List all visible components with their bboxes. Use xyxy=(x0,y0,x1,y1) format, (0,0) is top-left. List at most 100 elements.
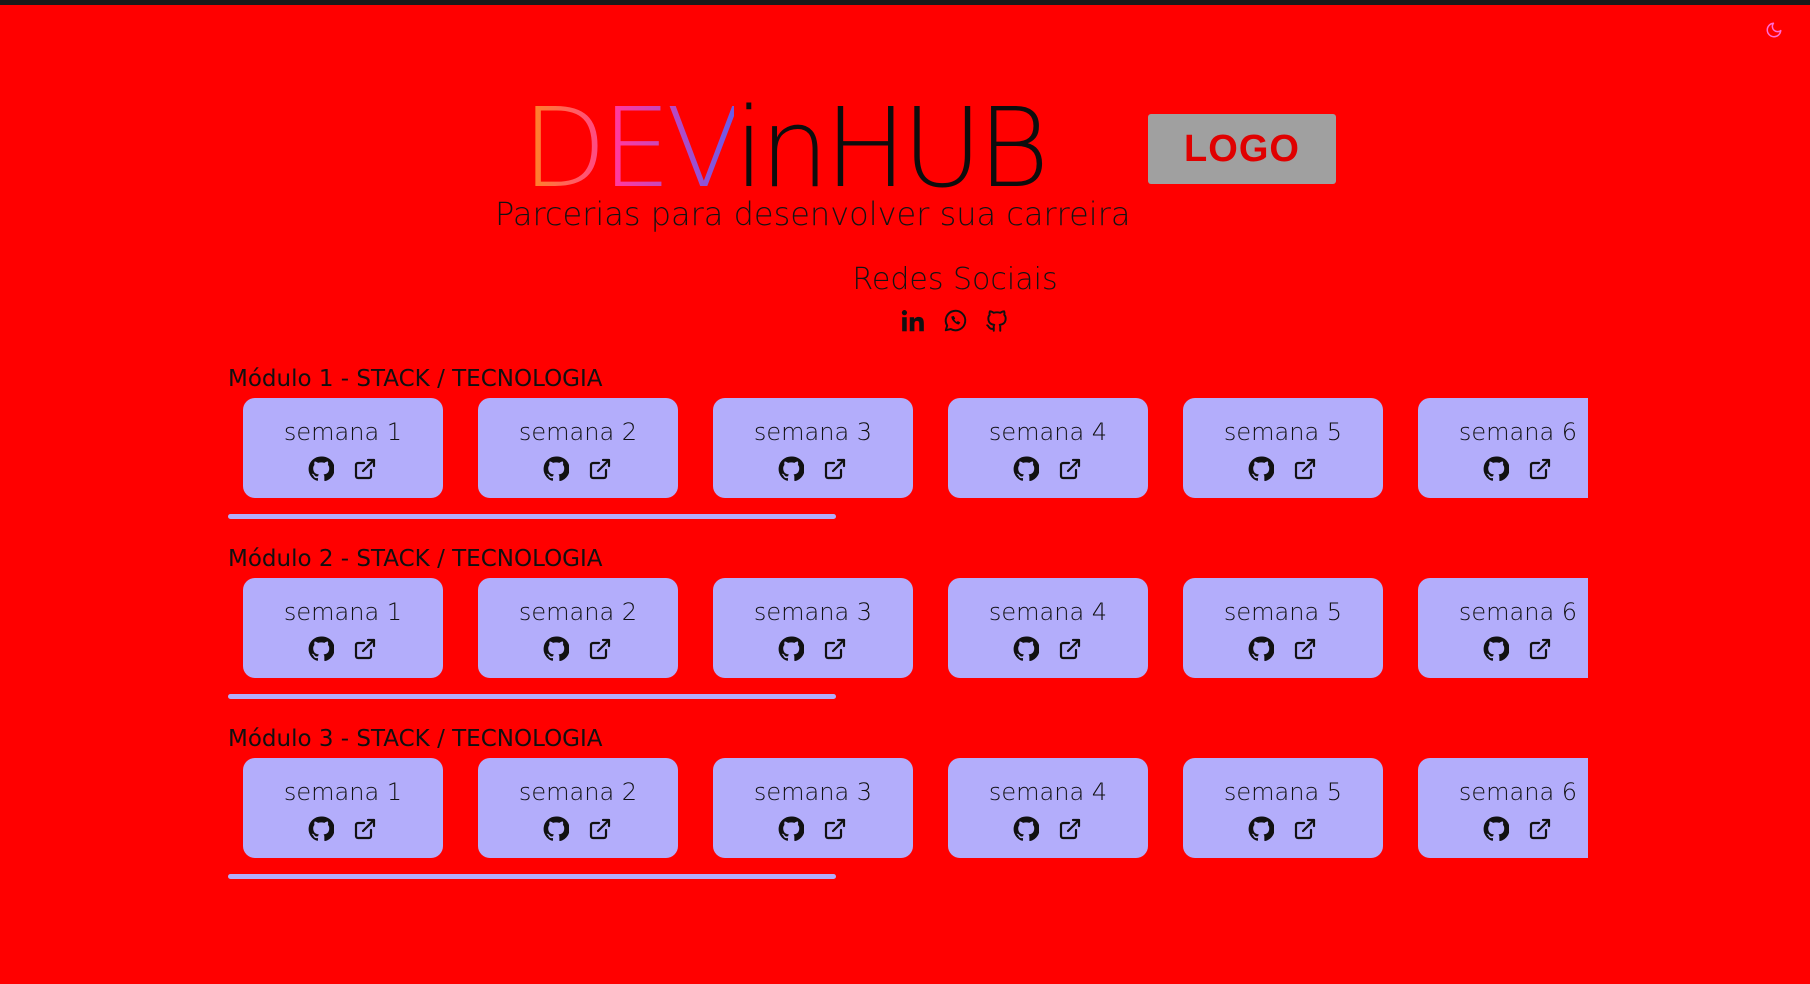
week-cards-scroller[interactable]: semana 1 semana 2 semana 3 semana 4 semana 5… xyxy=(228,758,1588,858)
week-github-link[interactable] xyxy=(308,816,334,842)
week-external-link[interactable] xyxy=(587,636,613,662)
week-card: semana 6 xyxy=(1418,398,1588,498)
week-github-link[interactable] xyxy=(1248,636,1274,662)
theme-toggle-button[interactable] xyxy=(1762,18,1786,42)
horizontal-scrollbar[interactable] xyxy=(228,874,836,879)
week-label: semana 4 xyxy=(988,598,1108,626)
week-external-link[interactable] xyxy=(1057,456,1083,482)
external-link-icon xyxy=(354,818,376,840)
week-external-link[interactable] xyxy=(1527,636,1553,662)
week-card: semana 2 xyxy=(478,578,678,678)
social-section: Redes Sociais xyxy=(0,262,1810,335)
external-link-icon xyxy=(1059,818,1081,840)
header: DEVinHUB Parcerias para desenvolver sua … xyxy=(0,93,1810,243)
week-label: semana 2 xyxy=(518,418,638,446)
week-card: semana 4 xyxy=(948,398,1148,498)
horizontal-scrollbar[interactable] xyxy=(228,694,836,699)
week-card: semana 1 xyxy=(243,398,443,498)
horizontal-scrollbar[interactable] xyxy=(228,514,836,519)
week-github-link[interactable] xyxy=(1248,456,1274,482)
week-label: semana 5 xyxy=(1223,778,1343,806)
week-card: semana 2 xyxy=(478,398,678,498)
week-actions xyxy=(1418,456,1588,482)
week-actions xyxy=(948,816,1148,842)
week-github-link[interactable] xyxy=(1483,636,1509,662)
week-label: semana 6 xyxy=(1458,418,1578,446)
week-github-link[interactable] xyxy=(778,456,804,482)
week-label: semana 2 xyxy=(518,778,638,806)
week-card: semana 1 xyxy=(243,758,443,858)
week-external-link[interactable] xyxy=(1292,636,1318,662)
week-cards-scroller[interactable]: semana 1 semana 2 semana 3 semana 4 semana 5… xyxy=(228,398,1588,498)
week-external-link[interactable] xyxy=(1527,816,1553,842)
week-github-link[interactable] xyxy=(778,816,804,842)
week-external-link[interactable] xyxy=(1292,816,1318,842)
week-cards-scroller[interactable]: semana 1 semana 2 semana 3 semana 4 semana 5… xyxy=(228,578,1588,678)
whatsapp-icon xyxy=(944,309,967,332)
week-github-link[interactable] xyxy=(308,456,334,482)
week-external-link[interactable] xyxy=(1057,816,1083,842)
week-label: semana 3 xyxy=(753,778,873,806)
week-github-link[interactable] xyxy=(1483,816,1509,842)
week-github-link[interactable] xyxy=(543,456,569,482)
week-actions xyxy=(713,636,913,662)
week-card: semana 3 xyxy=(713,578,913,678)
week-external-link[interactable] xyxy=(352,636,378,662)
external-link-icon xyxy=(1294,458,1316,480)
github-icon xyxy=(308,816,334,842)
week-card: semana 5 xyxy=(1183,758,1383,858)
week-external-link[interactable] xyxy=(352,816,378,842)
external-link-icon xyxy=(1529,818,1551,840)
week-external-link[interactable] xyxy=(587,816,613,842)
github-icon xyxy=(778,456,804,482)
week-external-link[interactable] xyxy=(587,456,613,482)
external-link-icon xyxy=(589,458,611,480)
week-actions xyxy=(478,816,678,842)
logo: LOGO xyxy=(1148,114,1336,184)
external-link-icon xyxy=(824,818,846,840)
week-github-link[interactable] xyxy=(1248,816,1274,842)
week-actions xyxy=(1418,816,1588,842)
week-github-link[interactable] xyxy=(1013,636,1039,662)
module-section: Módulo 1 - STACK / TECNOLOGIA semana 1 sem… xyxy=(228,360,1588,540)
week-label: semana 6 xyxy=(1458,598,1578,626)
week-github-link[interactable] xyxy=(543,636,569,662)
github-icon xyxy=(778,816,804,842)
github-icon xyxy=(1013,816,1039,842)
linkedin-link[interactable] xyxy=(899,307,927,335)
whatsapp-link[interactable] xyxy=(941,307,969,335)
brand-dev: DEV xyxy=(522,84,739,212)
week-github-link[interactable] xyxy=(778,636,804,662)
week-external-link[interactable] xyxy=(822,456,848,482)
external-link-icon xyxy=(824,638,846,660)
github-icon xyxy=(1248,816,1274,842)
week-github-link[interactable] xyxy=(543,816,569,842)
week-external-link[interactable] xyxy=(822,816,848,842)
github-icon xyxy=(543,816,569,842)
module-title: Módulo 1 - STACK / TECNOLOGIA xyxy=(228,366,603,392)
external-link-icon xyxy=(1529,458,1551,480)
week-github-link[interactable] xyxy=(1483,456,1509,482)
external-link-icon xyxy=(1059,638,1081,660)
week-external-link[interactable] xyxy=(1292,456,1318,482)
external-link-icon xyxy=(1529,638,1551,660)
week-external-link[interactable] xyxy=(352,456,378,482)
external-link-icon xyxy=(1294,818,1316,840)
github-icon xyxy=(1013,456,1039,482)
external-link-icon xyxy=(354,638,376,660)
week-card: semana 5 xyxy=(1183,578,1383,678)
external-link-icon xyxy=(589,638,611,660)
week-actions xyxy=(713,456,913,482)
week-external-link[interactable] xyxy=(822,636,848,662)
linkedin-icon xyxy=(901,310,924,332)
week-external-link[interactable] xyxy=(1527,456,1553,482)
week-label: semana 3 xyxy=(753,598,873,626)
week-external-link[interactable] xyxy=(1057,636,1083,662)
tagline: Parcerias para desenvolver sua carreira xyxy=(495,195,1131,233)
week-github-link[interactable] xyxy=(1013,816,1039,842)
week-github-link[interactable] xyxy=(1013,456,1039,482)
github-link[interactable] xyxy=(983,307,1011,335)
week-card: semana 6 xyxy=(1418,758,1588,858)
week-github-link[interactable] xyxy=(308,636,334,662)
week-card: semana 6 xyxy=(1418,578,1588,678)
